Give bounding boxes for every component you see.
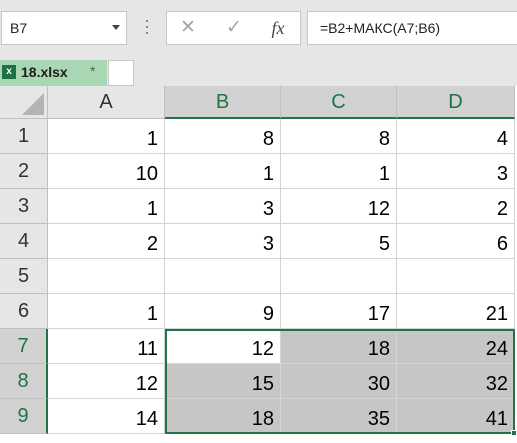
fill-handle[interactable] (511, 430, 517, 436)
row-header-6[interactable]: 6 (0, 294, 48, 329)
row-header-7[interactable]: 7 (0, 329, 48, 364)
row-header-1[interactable]: 1 (0, 119, 48, 154)
select-all-button[interactable] (0, 86, 48, 119)
row-header-3[interactable]: 3 (0, 189, 48, 224)
excel-file-icon: x (2, 65, 16, 79)
cell-c3[interactable]: 12 (281, 189, 397, 224)
select-all-icon (22, 93, 44, 115)
cell-c1[interactable]: 8 (281, 119, 397, 154)
row-header-4[interactable]: 4 (0, 224, 48, 259)
cell-c6[interactable]: 17 (281, 294, 397, 329)
cell-c8[interactable]: 30 (281, 364, 397, 399)
tab-label: 18.xlsx (21, 64, 68, 80)
cell-a5[interactable] (48, 259, 165, 294)
cell-c4[interactable]: 5 (281, 224, 397, 259)
column-header-b[interactable]: B (165, 86, 281, 119)
tab-18-xlsx[interactable]: x 18.xlsx * (0, 60, 107, 86)
drag-handle-icon[interactable] (146, 16, 149, 40)
new-tab-button[interactable] (108, 60, 134, 86)
cell-d3[interactable]: 2 (397, 189, 515, 224)
cell-b9[interactable]: 18 (165, 399, 281, 434)
cell-a1[interactable]: 1 (48, 119, 165, 154)
cell-b7[interactable]: 12 (165, 329, 281, 364)
formula-input[interactable]: =B2+МАКС(A7;B6) (307, 11, 517, 45)
cell-b2[interactable]: 1 (165, 154, 281, 189)
cell-d7[interactable]: 24 (397, 329, 515, 364)
cell-a4[interactable]: 2 (48, 224, 165, 259)
cell-a2[interactable]: 10 (48, 154, 165, 189)
cell-d2[interactable]: 3 (397, 154, 515, 189)
cell-d1[interactable]: 4 (397, 119, 515, 154)
cell-a6[interactable]: 1 (48, 294, 165, 329)
cell-d6[interactable]: 21 (397, 294, 515, 329)
cell-a9[interactable]: 14 (48, 399, 165, 434)
cell-c5[interactable] (281, 259, 397, 294)
formula-buttons: ✕ ✓ fx (166, 11, 301, 45)
cell-a8[interactable]: 12 (48, 364, 165, 399)
modified-indicator: * (90, 63, 96, 79)
spreadsheet-grid: A B C D 1 1 8 8 4 2 10 1 1 3 3 1 3 12 2 4 2 3 5 6 5 6 1 9 17 21 7 11 12 1… (0, 86, 517, 443)
cell-b5[interactable] (165, 259, 281, 294)
enter-icon[interactable]: ✓ (220, 16, 248, 40)
formula-text: =B2+МАКС(A7;B6) (320, 20, 441, 36)
row-header-8[interactable]: 8 (0, 364, 48, 399)
cell-d5[interactable] (397, 259, 515, 294)
column-header-a[interactable]: A (48, 86, 165, 119)
column-header-d[interactable]: D (397, 86, 515, 119)
cell-b1[interactable]: 8 (165, 119, 281, 154)
name-box[interactable]: B7 (1, 11, 127, 45)
cell-d9[interactable]: 41 (397, 399, 515, 434)
cell-c9[interactable]: 35 (281, 399, 397, 434)
cancel-icon[interactable]: ✕ (174, 16, 202, 40)
cell-a3[interactable]: 1 (48, 189, 165, 224)
cell-c7[interactable]: 18 (281, 329, 397, 364)
insert-function-icon[interactable]: fx (264, 16, 292, 40)
tab-strip: x 18.xlsx * (0, 58, 517, 86)
column-header-c[interactable]: C (281, 86, 397, 119)
cell-b6[interactable]: 9 (165, 294, 281, 329)
row-header-5[interactable]: 5 (0, 259, 48, 294)
cell-b3[interactable]: 3 (165, 189, 281, 224)
row-header-2[interactable]: 2 (0, 154, 48, 189)
cell-b4[interactable]: 3 (165, 224, 281, 259)
cell-d8[interactable]: 32 (397, 364, 515, 399)
cell-b8[interactable]: 15 (165, 364, 281, 399)
formula-bar: B7 ✕ ✓ fx =B2+МАКС(A7;B6) (0, 0, 517, 58)
row-header-9[interactable]: 9 (0, 399, 48, 434)
cell-c2[interactable]: 1 (281, 154, 397, 189)
chevron-down-icon[interactable] (112, 25, 120, 30)
cell-d4[interactable]: 6 (397, 224, 515, 259)
cell-a7[interactable]: 11 (48, 329, 165, 364)
name-box-value: B7 (10, 20, 28, 36)
